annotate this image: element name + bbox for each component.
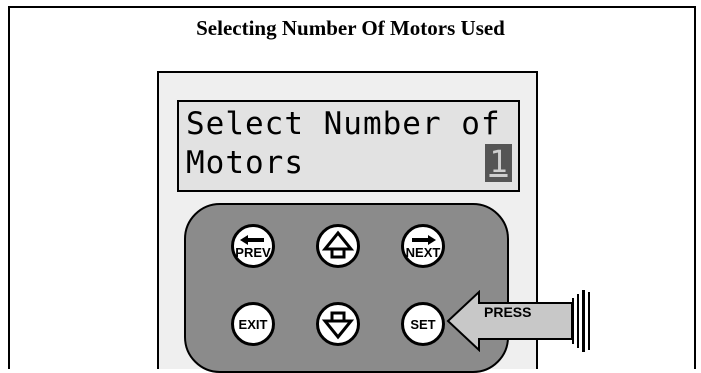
up-arrow-icon	[321, 230, 355, 259]
exit-button[interactable]: EXIT	[231, 302, 275, 346]
page-frame-top	[8, 6, 696, 8]
exit-button-label: EXIT	[238, 316, 268, 332]
prev-button-label: PREV	[235, 244, 271, 260]
down-button[interactable]	[316, 302, 360, 346]
set-button[interactable]: SET	[401, 302, 445, 346]
page-frame-left	[8, 6, 10, 369]
next-button[interactable]: NEXT	[401, 224, 445, 268]
page-frame-right	[694, 6, 696, 369]
next-button-label: NEXT	[405, 244, 441, 260]
down-arrow-icon	[321, 311, 355, 340]
press-callout-label: PRESS	[484, 304, 532, 320]
lcd-display: Select Number of Motors 1	[177, 100, 520, 192]
set-button-label: SET	[410, 316, 436, 332]
lcd-motor-count-value[interactable]: 1	[485, 144, 512, 182]
lcd-line-2: Motors	[186, 145, 304, 181]
prev-button[interactable]: PREV	[231, 224, 275, 268]
up-button[interactable]	[316, 224, 360, 268]
lcd-line-1: Select Number of	[186, 106, 501, 142]
press-callout-bars	[572, 290, 590, 352]
page-title: Selecting Number Of Motors Used	[196, 16, 505, 40]
